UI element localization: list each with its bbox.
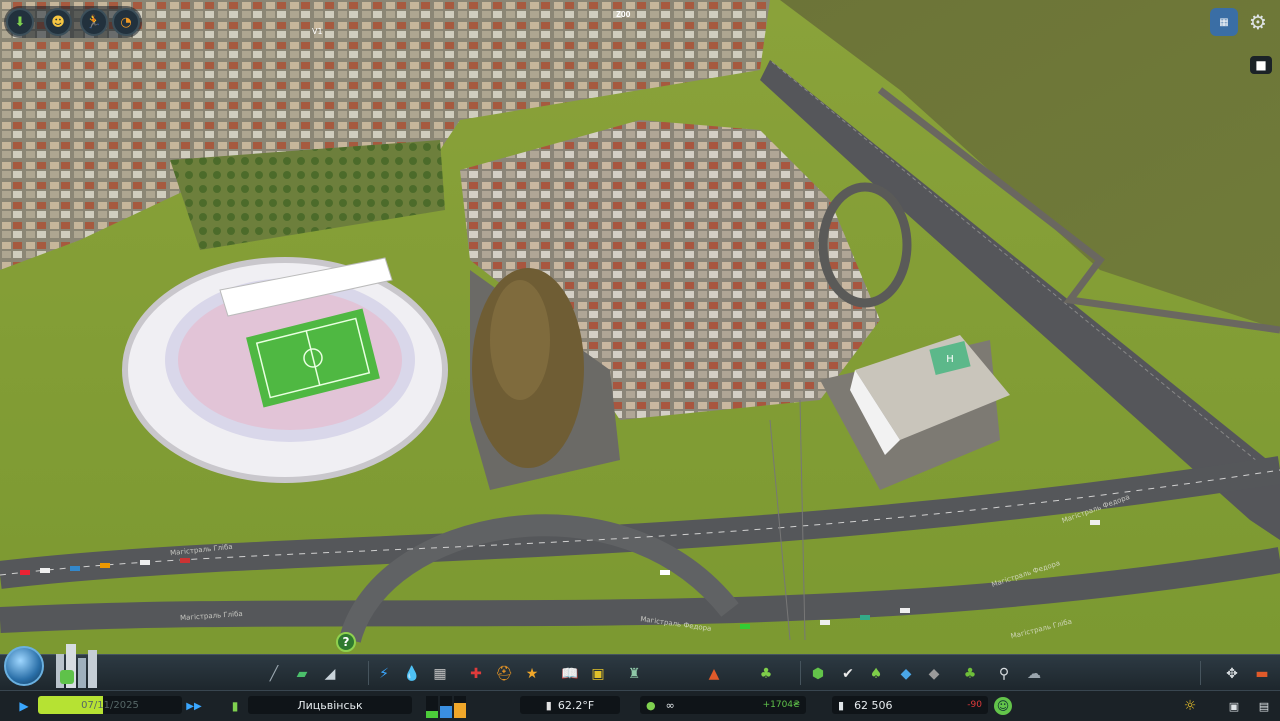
help-button[interactable]: ? xyxy=(336,632,356,652)
economy-icon[interactable]: ✔ xyxy=(838,664,858,684)
zoning-icon[interactable]: ▰ xyxy=(292,664,312,684)
industry-icon[interactable]: ♜ xyxy=(624,664,644,684)
population-display[interactable]: ▮ 62 506 -90 xyxy=(832,696,988,714)
commercial-demand-bar xyxy=(440,706,452,718)
status-bar: ▶ 07/11/2025 ▶▶ ▮ Лицьвінськ ▮ 62.2°F ● … xyxy=(0,690,1280,721)
population-icon: ▮ xyxy=(838,698,845,712)
parks-icon[interactable]: ♣ xyxy=(756,664,776,684)
main-toolbar: ╱ ▰ ◢ ⚡ 💧 ▦ ✚ ⛑ ★ 📖 ▣ ♜ ▲ ♣ ⬢ ✔ ♠ ◆ ◆ ♣ ⚲ ☁ ✥ ▬ xyxy=(0,654,1280,691)
unique-buildings-icon[interactable]: ▲ xyxy=(704,664,724,684)
public-transport-icon[interactable]: ▣ xyxy=(588,664,608,684)
move-camera-icon[interactable]: ✥ xyxy=(1222,664,1242,684)
time-speed-icon[interactable]: ◔ xyxy=(112,8,140,36)
settings-gear-icon[interactable]: ⚙ xyxy=(1244,8,1272,36)
milestone-skyline-icon[interactable] xyxy=(48,640,108,688)
districts-icon[interactable]: ◢ xyxy=(320,664,340,684)
info-views-icon[interactable]: ⬇ xyxy=(6,8,34,36)
money-icon: ● xyxy=(646,698,656,712)
trees-icon[interactable]: ♣ xyxy=(960,664,980,684)
play-icon[interactable]: ▶ xyxy=(14,696,34,716)
landscaping-icon[interactable]: ◆ xyxy=(896,664,916,684)
rci-demand-meter[interactable] xyxy=(424,694,472,718)
thermometer-icon: ▮ xyxy=(545,698,552,712)
temperature-value: 62.2°F xyxy=(557,698,595,712)
svg-text:H: H xyxy=(946,354,954,365)
free-camera-icon[interactable]: ▤ xyxy=(1254,696,1274,716)
bulldozer-icon[interactable]: ▬ xyxy=(1252,664,1272,684)
healthcare-icon[interactable]: ✚ xyxy=(466,664,486,684)
industrial-demand-bar xyxy=(454,703,466,718)
city-view[interactable]: H Магістраль Гліба Магістраль Гліба Магі… xyxy=(0,0,1280,720)
citizen-info-icon[interactable]: ☻ xyxy=(44,8,72,36)
toolbar-divider xyxy=(800,661,801,685)
city-info-icon[interactable]: ▮ xyxy=(225,696,245,716)
temperature-display: ▮ 62.2°F xyxy=(520,696,620,714)
football-stadium[interactable] xyxy=(122,257,448,483)
date-display: 07/11/2025 xyxy=(38,696,182,714)
search-icon[interactable]: ⚲ xyxy=(994,664,1014,684)
income-value: +1704₴ xyxy=(762,700,800,710)
traffic-signal-label: V1 xyxy=(312,27,323,36)
weather-icon[interactable]: ☁ xyxy=(1024,664,1044,684)
date-text: 07/11/2025 xyxy=(81,699,139,711)
city-map[interactable]: H xyxy=(0,0,1280,720)
notification-icon[interactable]: ☼ xyxy=(1180,696,1200,716)
zoo-sign: ZOO xyxy=(616,10,631,19)
money-value: ∞ xyxy=(665,698,675,712)
unlocking-globe[interactable] xyxy=(4,646,44,686)
toolbar-divider xyxy=(368,661,369,685)
police-icon[interactable]: ★ xyxy=(522,664,542,684)
pedestrian-icon[interactable]: 🏃 xyxy=(80,8,108,36)
toolbar-divider xyxy=(1200,661,1201,685)
electricity-icon[interactable]: ⚡ xyxy=(374,664,394,684)
education-icon[interactable]: 📖 xyxy=(560,664,580,684)
population-value: 62 506 xyxy=(854,698,893,712)
population-change: -90 xyxy=(967,700,982,710)
chirper-icon[interactable]: ▦ xyxy=(1210,8,1238,36)
screenshot-icon[interactable]: ▣ xyxy=(1224,696,1244,716)
city-name[interactable]: Лицьвінськ xyxy=(248,696,412,714)
water-icon[interactable]: 💧 xyxy=(402,664,422,684)
residential-demand-bar xyxy=(426,711,438,718)
happiness-icon[interactable]: ☺ xyxy=(994,697,1012,715)
policies-icon[interactable]: ⬢ xyxy=(808,664,828,684)
fire-department-icon[interactable]: ⛑ xyxy=(494,664,514,684)
monuments-icon[interactable]: ♠ xyxy=(866,664,886,684)
camera-icon[interactable]: ■ xyxy=(1250,56,1272,74)
speed-icon[interactable]: ▶▶ xyxy=(184,696,204,716)
terrain-icon[interactable]: ◆ xyxy=(924,664,944,684)
info-views-panel: ⬇ ☻ 🏃 ◔ xyxy=(4,6,142,38)
roads-icon[interactable]: ╱ xyxy=(264,664,284,684)
money-display[interactable]: ● ∞ +1704₴ xyxy=(640,696,806,714)
garbage-icon[interactable]: ▦ xyxy=(430,664,450,684)
